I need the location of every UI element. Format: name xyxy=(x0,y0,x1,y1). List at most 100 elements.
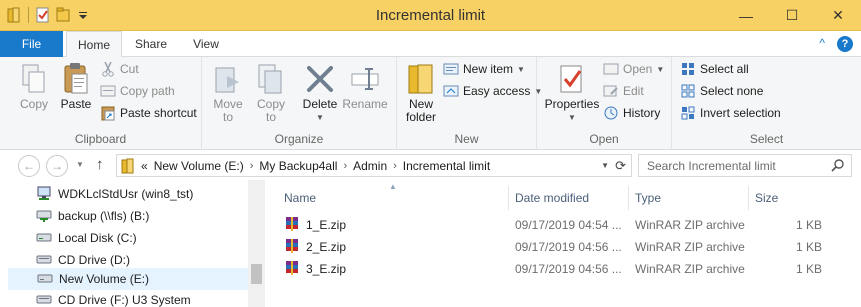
column-divider[interactable] xyxy=(748,186,749,210)
column-header-type[interactable]: Type xyxy=(635,186,750,210)
hard-drive-icon xyxy=(37,270,53,289)
address-row: ← → ▼ ↑ « New Volume (E:) › My Backup4al… xyxy=(0,150,861,180)
open-label: Open xyxy=(623,62,653,76)
file-name: 3_E.zip xyxy=(306,262,347,276)
select-all-label: Select all xyxy=(700,62,749,76)
new-folder-button[interactable]: New folder xyxy=(401,61,441,124)
file-date: 09/17/2019 04:56 ... xyxy=(515,240,622,254)
nav-item-new-volume[interactable]: New Volume (E:) xyxy=(8,268,248,290)
rename-icon xyxy=(349,61,381,97)
breadcrumb-item[interactable]: My Backup4all xyxy=(259,159,337,173)
paste-shortcut-button[interactable]: Paste shortcut xyxy=(100,103,197,123)
file-name: 2_E.zip xyxy=(306,240,347,254)
history-label: History xyxy=(623,106,661,120)
nav-item-backup-drive[interactable]: backup (\\fls) (B:) xyxy=(36,205,149,227)
address-dropdown-icon[interactable]: ▼ xyxy=(601,161,609,170)
tab-file[interactable]: File xyxy=(0,31,63,57)
file-row[interactable]: 1_E.zip 09/17/2019 04:54 ... WinRAR ZIP … xyxy=(282,214,842,236)
copy-button[interactable]: Copy xyxy=(14,61,54,111)
new-item-icon xyxy=(443,61,459,77)
select-group: Select all Select none Invert selection … xyxy=(672,57,861,150)
nav-item-network-computer[interactable]: WDKLclStdUsr (win8_tst) xyxy=(36,183,193,205)
paste-icon xyxy=(60,61,92,97)
nav-scrollbar[interactable] xyxy=(248,180,265,307)
column-divider[interactable] xyxy=(508,186,509,210)
maximize-button[interactable]: ☐ xyxy=(769,0,815,31)
new-item-button[interactable]: New item ▼ xyxy=(443,59,525,79)
column-divider[interactable] xyxy=(628,186,629,210)
delete-button[interactable]: Delete ▼ xyxy=(300,61,340,124)
chevron-right-icon[interactable]: › xyxy=(343,160,347,172)
paste-shortcut-label: Paste shortcut xyxy=(120,106,197,120)
file-size: 1 KB xyxy=(795,262,822,276)
rename-button[interactable]: Rename xyxy=(342,61,388,111)
copy-to-button[interactable]: Copy to xyxy=(251,61,291,124)
address-bar[interactable]: « New Volume (E:) › My Backup4all › Admi… xyxy=(116,154,632,177)
file-type: WinRAR ZIP archive xyxy=(635,240,745,254)
file-list: ▲ Name Date modified Type Size 1_E.zip 0… xyxy=(266,180,861,307)
help-button[interactable]: ? xyxy=(837,36,853,52)
file-type: WinRAR ZIP archive xyxy=(635,262,745,276)
recent-locations-dropdown[interactable]: ▼ xyxy=(76,160,84,169)
chevron-right-icon[interactable]: › xyxy=(250,160,254,172)
copy-to-icon xyxy=(255,61,287,97)
open-group-label: Open xyxy=(589,132,619,146)
select-none-button[interactable]: Select none xyxy=(680,81,763,101)
search-input[interactable]: Search Incremental limit xyxy=(638,154,852,177)
open-button[interactable]: Open ▼ xyxy=(603,59,664,79)
select-all-button[interactable]: Select all xyxy=(680,59,749,79)
new-folder-icon xyxy=(405,61,437,97)
close-button[interactable]: ✕ xyxy=(815,0,861,31)
breadcrumb-item[interactable]: New Volume (E:) xyxy=(154,159,244,173)
search-placeholder: Search Incremental limit xyxy=(647,158,776,173)
file-row[interactable]: 2_E.zip 09/17/2019 04:56 ... WinRAR ZIP … xyxy=(282,236,842,258)
tab-home[interactable]: Home xyxy=(66,31,122,58)
collapse-ribbon-button[interactable]: ^ xyxy=(819,36,825,52)
paste-button[interactable]: Paste xyxy=(56,61,96,111)
edit-button[interactable]: Edit xyxy=(603,81,644,101)
file-date: 09/17/2019 04:56 ... xyxy=(515,262,622,276)
file-row[interactable]: 3_E.zip 09/17/2019 04:56 ... WinRAR ZIP … xyxy=(282,258,842,280)
open-dropdown-icon: ▼ xyxy=(656,64,665,74)
nav-item-label: backup (\\fls) (B:) xyxy=(58,209,150,223)
navigation-pane: WDKLclStdUsr (win8_tst) backup (\\fls) (… xyxy=(0,180,265,307)
nav-item-cd-drive-f[interactable]: CD Drive (F:) U3 System xyxy=(36,289,191,307)
column-header-date-modified[interactable]: Date modified xyxy=(515,186,630,210)
nav-item-local-disk[interactable]: Local Disk (C:) xyxy=(36,227,137,249)
history-button[interactable]: History xyxy=(603,103,660,123)
tab-view[interactable]: View xyxy=(180,31,232,57)
forward-button[interactable]: → xyxy=(46,155,68,177)
cut-button[interactable]: Cut xyxy=(100,59,139,79)
copy-path-icon xyxy=(100,83,116,99)
new-group: New folder New item ▼ Easy access ▼ New xyxy=(397,57,542,150)
breadcrumb-overflow[interactable]: « xyxy=(141,159,148,173)
copy-path-button[interactable]: Copy path xyxy=(100,81,175,101)
move-to-button[interactable]: Move to xyxy=(208,61,248,124)
folder-icon xyxy=(121,158,135,174)
cd-drive-icon xyxy=(36,251,52,270)
refresh-icon[interactable]: ⟳ xyxy=(615,158,626,174)
easy-access-button[interactable]: Easy access ▼ xyxy=(443,81,542,101)
column-header-size[interactable]: Size xyxy=(755,186,835,210)
invert-selection-button[interactable]: Invert selection xyxy=(680,103,781,123)
forward-arrow-icon: → xyxy=(51,159,63,173)
winrar-archive-icon xyxy=(284,260,300,279)
minimize-button[interactable]: — xyxy=(723,0,769,31)
invert-selection-icon xyxy=(680,105,696,121)
properties-button[interactable]: Properties ▼ xyxy=(543,61,601,124)
back-button[interactable]: ← xyxy=(18,155,40,177)
up-button[interactable]: ↑ xyxy=(96,156,104,173)
breadcrumb-item[interactable]: Admin xyxy=(353,159,387,173)
easy-access-label: Easy access xyxy=(463,84,531,98)
tab-share[interactable]: Share xyxy=(125,31,177,57)
nav-item-label: CD Drive (F:) U3 System xyxy=(58,293,191,307)
breadcrumb-item[interactable]: Incremental limit xyxy=(403,159,490,173)
chevron-right-icon[interactable]: › xyxy=(393,160,397,172)
column-header-name[interactable]: Name xyxy=(284,186,504,210)
new-group-label: New xyxy=(454,132,479,146)
cd-drive-icon xyxy=(36,291,52,307)
organize-group-label: Organize xyxy=(274,132,324,146)
scrollbar-thumb[interactable] xyxy=(251,264,262,284)
easy-access-icon xyxy=(443,83,459,99)
invert-selection-label: Invert selection xyxy=(700,106,781,120)
